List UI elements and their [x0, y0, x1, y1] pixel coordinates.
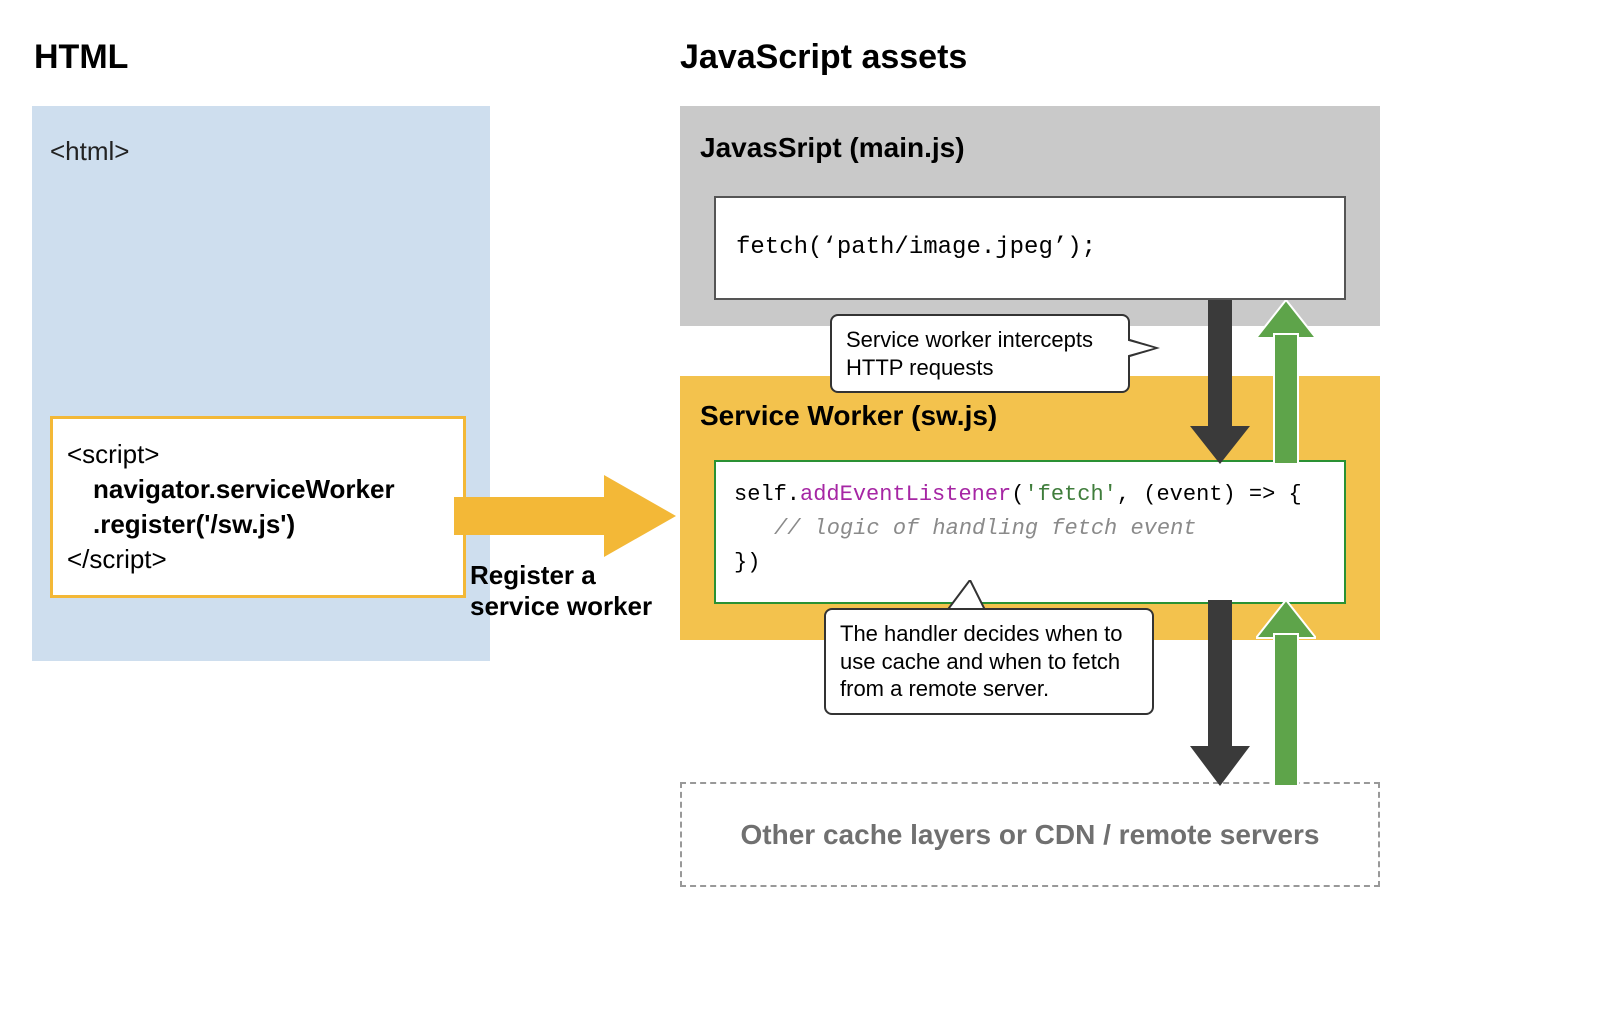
- script-register-box: <script> navigator.serviceWorker .regist…: [50, 416, 466, 598]
- register-label-line1: Register a: [470, 560, 596, 590]
- callout-intercept-line1: Service worker intercepts: [846, 327, 1093, 352]
- callout-intercept: Service worker intercepts HTTP requests: [830, 314, 1130, 393]
- remote-servers-label: Other cache layers or CDN / remote serve…: [741, 819, 1320, 851]
- js-panel: JavasSript (main.js) fetch(‘path/image.j…: [680, 106, 1380, 326]
- script-line1: navigator.serviceWorker: [93, 472, 449, 507]
- register-label-line2: service worker: [470, 591, 652, 621]
- arrow-up-remote-to-sw-icon: [1256, 600, 1316, 786]
- fetch-code-box: fetch(‘path/image.jpeg’);: [714, 196, 1346, 300]
- callout-intercept-tail-fill-icon: [1118, 338, 1154, 358]
- section-title-html: HTML: [34, 38, 128, 77]
- callout-intercept-line2: HTTP requests: [846, 355, 994, 380]
- sw-code-args-open: (: [1011, 482, 1024, 507]
- script-line2: .register('/sw.js'): [93, 507, 449, 542]
- sw-panel-title: Service Worker (sw.js): [700, 400, 997, 432]
- sw-code-string: 'fetch': [1024, 482, 1116, 507]
- callout-handler-line3: from a remote server.: [840, 676, 1049, 701]
- arrow-up-sw-to-js-icon: [1256, 300, 1316, 464]
- sw-code-close: }): [734, 546, 1326, 580]
- register-label: Register a service worker: [470, 560, 690, 622]
- callout-handler-line1: The handler decides when to: [840, 621, 1123, 646]
- callout-handler-line2: use cache and when to fetch: [840, 649, 1120, 674]
- callout-handler: The handler decides when to use cache an…: [824, 608, 1154, 715]
- sw-code-args-rest: , (event) => {: [1117, 482, 1302, 507]
- sw-code-prefix: self.: [734, 482, 800, 507]
- html-panel: <html> <script> navigator.serviceWorker …: [32, 106, 490, 661]
- register-arrow-icon: [454, 475, 676, 557]
- script-close: </script>: [67, 542, 449, 577]
- section-title-js: JavaScript assets: [680, 38, 967, 77]
- html-open-tag: <html>: [50, 136, 130, 167]
- remote-servers-box: Other cache layers or CDN / remote serve…: [680, 782, 1380, 887]
- js-panel-title: JavasSript (main.js): [700, 132, 965, 164]
- sw-code-method: addEventListener: [800, 482, 1011, 507]
- arrow-down-sw-to-remote-icon: [1190, 600, 1250, 786]
- sw-code-comment: // logic of handling fetch event: [774, 516, 1196, 541]
- sw-code-box: self.addEventListener('fetch', (event) =…: [714, 460, 1346, 604]
- script-open: <script>: [67, 437, 449, 472]
- arrow-down-js-to-sw-icon: [1190, 300, 1250, 464]
